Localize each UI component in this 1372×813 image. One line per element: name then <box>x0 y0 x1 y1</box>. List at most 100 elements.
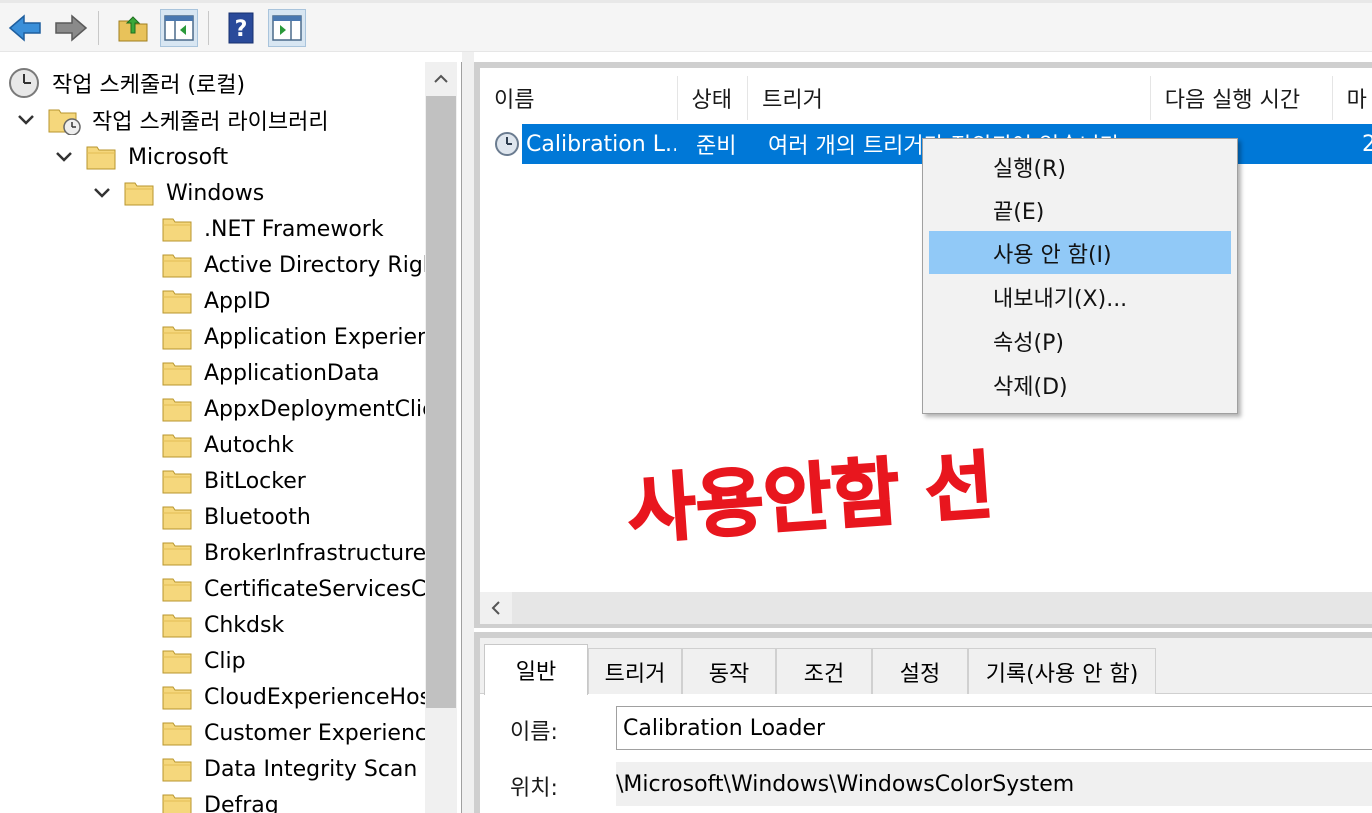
tree-item-folder[interactable]: Autochk <box>162 427 294 463</box>
tree-item-library[interactable]: 작업 스케줄러 라이브러리 <box>14 102 329 138</box>
folder-icon <box>162 722 192 746</box>
column-header-last-run[interactable]: 마 <box>1333 76 1372 120</box>
tree-item-label: Defrag <box>204 792 279 813</box>
tab-conditions[interactable]: 조건 <box>776 648 872 694</box>
tree-item-folder[interactable]: Clip <box>162 643 246 679</box>
tab-triggers[interactable]: 트리거 <box>588 648 682 694</box>
scheduler-folder-icon <box>48 109 81 135</box>
tree-item-label: CertificateServicesClie <box>204 576 453 602</box>
up-folder-icon <box>118 16 148 42</box>
folder-icon <box>162 578 192 602</box>
tree-item-folder[interactable]: Active Directory Righ <box>162 247 437 283</box>
detail-tabs: 일반 트리거 동작 조건 설정 기록(사용 안 함) <box>480 638 1372 695</box>
tab-settings[interactable]: 설정 <box>872 648 968 694</box>
column-header-trigger[interactable]: 트리거 <box>748 76 1151 120</box>
folder-icon <box>162 794 192 813</box>
tree-scrollbar[interactable] <box>425 62 457 813</box>
tree-item-label: CloudExperienceHost <box>204 684 440 710</box>
column-header-name[interactable]: 이름 <box>480 76 678 120</box>
show-hide-console-tree-button[interactable] <box>160 9 198 47</box>
tree-item-label: Application Experienc <box>204 324 444 350</box>
help-icon: ? <box>228 12 254 44</box>
folder-icon <box>162 254 192 278</box>
menu-item-properties[interactable]: 속성(P) <box>929 319 1231 362</box>
tree-item-label: 작업 스케줄러 라이브러리 <box>92 110 329 135</box>
tree-item-label: BitLocker <box>204 468 306 494</box>
help-button[interactable]: ? <box>222 9 260 47</box>
task-list-hscrollbar[interactable] <box>480 592 1372 624</box>
scroll-thumb[interactable] <box>426 96 456 708</box>
menu-item-export[interactable]: 내보내기(X)... <box>929 275 1231 318</box>
context-menu: 실행(R) 끝(E) 사용 안 함(I) 내보내기(X)... 속성(P) 삭제… <box>922 138 1238 414</box>
tree-item-root[interactable]: 작업 스케줄러 (로컬) <box>8 65 245 101</box>
location-value: \Microsoft\Windows\WindowsColorSystem <box>616 762 1372 806</box>
scroll-left-arrow-icon[interactable] <box>480 592 512 624</box>
tree-item-folder[interactable]: Defrag <box>162 787 279 813</box>
handwritten-annotation: 사용안함 선택. <box>624 446 994 546</box>
tree-item-folder[interactable]: Data Integrity Scan <box>162 751 417 787</box>
folder-icon <box>162 614 192 638</box>
scroll-up-arrow-icon[interactable] <box>425 62 457 96</box>
tree-item-folder[interactable]: .NET Framework <box>162 211 384 247</box>
folder-icon <box>162 686 192 710</box>
tree-item-label: Windows <box>166 180 265 206</box>
toolbar-separator <box>208 11 209 45</box>
task-last-run-cell: 2 <box>1362 131 1372 157</box>
name-field[interactable]: Calibration Loader <box>616 706 1372 750</box>
tab-history[interactable]: 기록(사용 안 함) <box>968 648 1156 694</box>
folder-icon <box>162 398 192 422</box>
tree-item-folder[interactable]: AppID <box>162 283 270 319</box>
back-arrow-icon <box>8 14 41 42</box>
tree-item-label: Data Integrity Scan <box>204 756 418 782</box>
tree-item-folder[interactable]: AppxDeploymentClie <box>162 391 436 427</box>
task-name-cell: Calibration L... <box>526 131 676 157</box>
show-hide-action-pane-icon <box>272 15 302 41</box>
tree-item-label: .NET Framework <box>204 216 384 242</box>
tab-actions[interactable]: 동작 <box>682 648 776 694</box>
name-label: 이름: <box>510 720 558 745</box>
folder-icon <box>162 758 192 782</box>
tree-item-microsoft[interactable]: Microsoft <box>52 139 228 175</box>
toolbar: ? <box>0 0 1372 52</box>
tree-item-label: Active Directory Righ <box>204 252 437 278</box>
console-tree: 작업 스케줄러 (로컬) 작업 스케줄러 라이브러리 Microsoft Win… <box>0 62 462 813</box>
tree-item-windows[interactable]: Windows <box>90 175 264 211</box>
svg-text:?: ? <box>235 17 248 42</box>
forward-button[interactable] <box>52 9 90 47</box>
show-hide-console-tree-icon <box>164 15 194 41</box>
chevron-down-icon[interactable] <box>90 187 114 199</box>
chevron-down-icon[interactable] <box>14 114 38 126</box>
menu-item-delete[interactable]: 삭제(D) <box>929 363 1231 406</box>
task-status-cell: 준비 <box>696 134 737 159</box>
tree-item-label: ApplicationData <box>204 360 380 386</box>
tree-item-folder[interactable]: BrokerInfrastructure <box>162 535 426 571</box>
back-button[interactable] <box>6 9 44 47</box>
column-header-next-run[interactable]: 다음 실행 시간 <box>1151 76 1333 120</box>
tree-item-folder[interactable]: CloudExperienceHost <box>162 679 440 715</box>
menu-item-disable[interactable]: 사용 안 함(I) <box>929 231 1231 274</box>
tree-item-label: AppID <box>204 288 271 314</box>
tree-item-folder[interactable]: BitLocker <box>162 463 306 499</box>
menu-item-end[interactable]: 끝(E) <box>929 188 1231 231</box>
clock-icon <box>9 68 39 98</box>
up-one-level-button[interactable] <box>114 9 152 47</box>
tree-item-label: 작업 스케줄러 (로컬) <box>52 73 246 98</box>
tree-item-label: Autochk <box>204 432 294 458</box>
folder-icon <box>86 146 116 170</box>
tree-item-folder[interactable]: Bluetooth <box>162 499 311 535</box>
menu-item-run[interactable]: 실행(R) <box>929 145 1231 188</box>
pane-splitter[interactable] <box>462 52 474 813</box>
folder-icon <box>162 650 192 674</box>
show-hide-action-pane-button[interactable] <box>268 9 306 47</box>
tree-item-folder[interactable]: CertificateServicesClie <box>162 571 452 607</box>
tab-general[interactable]: 일반 <box>484 644 588 695</box>
tree-item-folder[interactable]: ApplicationData <box>162 355 379 391</box>
forward-arrow-icon <box>55 14 88 42</box>
task-clock-icon <box>495 132 519 156</box>
column-header-status[interactable]: 상태 <box>678 76 749 120</box>
tree-item-folder[interactable]: Application Experienc <box>162 319 443 355</box>
tree-item-folder[interactable]: Chkdsk <box>162 607 284 643</box>
tree-item-folder[interactable]: Customer Experience <box>162 715 441 751</box>
toolbar-separator <box>98 11 99 45</box>
chevron-down-icon[interactable] <box>52 151 76 163</box>
